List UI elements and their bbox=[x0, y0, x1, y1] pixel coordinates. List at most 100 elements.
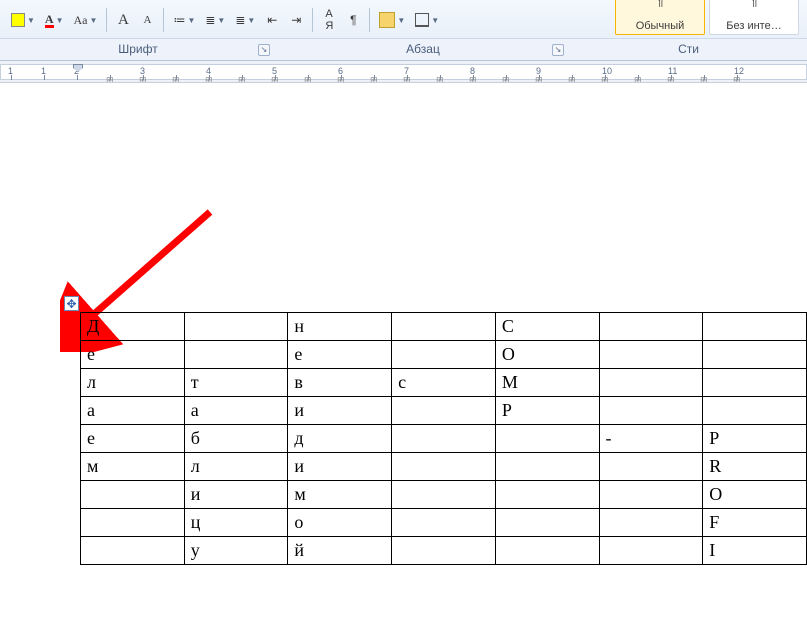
change-case-button[interactable]: Aa ▼ bbox=[70, 8, 102, 32]
table-cell[interactable] bbox=[495, 453, 599, 481]
decrease-indent-button[interactable]: ⇤ bbox=[261, 8, 283, 32]
table-cell[interactable]: а bbox=[184, 397, 288, 425]
table-cell[interactable] bbox=[392, 397, 496, 425]
sort-button[interactable]: AЯ bbox=[318, 8, 340, 32]
table-cell[interactable]: у bbox=[184, 537, 288, 565]
chevron-down-icon: ▼ bbox=[56, 16, 64, 25]
separator bbox=[106, 8, 107, 32]
table-cell[interactable] bbox=[392, 537, 496, 565]
table-cell[interactable] bbox=[495, 537, 599, 565]
table-row: Дн С bbox=[81, 313, 807, 341]
table-cell[interactable] bbox=[81, 481, 185, 509]
bullets-button[interactable]: ≔▼ bbox=[169, 8, 199, 32]
chevron-down-icon: ▼ bbox=[217, 16, 225, 25]
table-cell[interactable]: и bbox=[184, 481, 288, 509]
table-cell[interactable] bbox=[392, 425, 496, 453]
table-cell[interactable] bbox=[703, 397, 807, 425]
paragraph-dialog-launcher[interactable]: ↘ bbox=[552, 44, 564, 56]
table-cell[interactable] bbox=[392, 509, 496, 537]
table-cell[interactable]: м bbox=[81, 453, 185, 481]
table-cell[interactable]: М bbox=[495, 369, 599, 397]
table-cell[interactable]: д bbox=[288, 425, 392, 453]
numbering-button[interactable]: ≣▼ bbox=[201, 8, 229, 32]
borders-button[interactable]: ▼ bbox=[411, 8, 443, 32]
table-cell[interactable]: б bbox=[184, 425, 288, 453]
table-cell[interactable]: о bbox=[288, 509, 392, 537]
styles-gallery: ¶ Обычный ¶ Без инте… bbox=[615, 5, 801, 35]
table-cell[interactable] bbox=[599, 369, 703, 397]
table-cell[interactable] bbox=[495, 509, 599, 537]
show-paragraph-marks-button[interactable]: ¶ bbox=[342, 8, 364, 32]
table-cell[interactable] bbox=[599, 509, 703, 537]
table-cell[interactable]: е bbox=[81, 341, 185, 369]
table-cell[interactable] bbox=[81, 509, 185, 537]
table-cell[interactable] bbox=[81, 537, 185, 565]
table-cell[interactable] bbox=[495, 425, 599, 453]
table-cell[interactable]: P bbox=[703, 425, 807, 453]
font-color-icon: A bbox=[45, 13, 54, 28]
table-cell[interactable] bbox=[599, 537, 703, 565]
table-cell[interactable]: а bbox=[81, 397, 185, 425]
table-cell[interactable] bbox=[184, 341, 288, 369]
highlight-color-button[interactable]: ▼ bbox=[7, 8, 39, 32]
style-normal[interactable]: ¶ Обычный bbox=[615, 0, 705, 35]
table-cell[interactable]: F bbox=[703, 509, 807, 537]
document-page[interactable]: ✥ ДнСееОлтвсМааиРебд-PмлиRимOцоFуйI bbox=[0, 112, 807, 625]
table-cell[interactable] bbox=[599, 453, 703, 481]
sort-icon: AЯ bbox=[325, 8, 333, 32]
table-move-handle[interactable]: ✥ bbox=[64, 296, 79, 311]
shrink-font-button[interactable]: A bbox=[136, 8, 158, 32]
table-cell[interactable]: н bbox=[288, 313, 392, 341]
table-cell[interactable]: л bbox=[184, 453, 288, 481]
multilevel-list-button[interactable]: ≣▼ bbox=[231, 8, 259, 32]
table-cell[interactable]: О bbox=[495, 341, 599, 369]
chevron-down-icon: ▼ bbox=[27, 16, 35, 25]
table-cell[interactable]: т bbox=[184, 369, 288, 397]
table-cell[interactable]: ц bbox=[184, 509, 288, 537]
table-cell[interactable] bbox=[703, 341, 807, 369]
table-cell[interactable] bbox=[392, 481, 496, 509]
table-cell[interactable]: в bbox=[288, 369, 392, 397]
table-cell[interactable]: Р bbox=[495, 397, 599, 425]
table-cell[interactable]: с bbox=[392, 369, 496, 397]
table-cell[interactable]: и bbox=[288, 453, 392, 481]
table-cell[interactable] bbox=[184, 313, 288, 341]
table-cell[interactable] bbox=[392, 313, 496, 341]
table-row: лтвсМ bbox=[81, 369, 807, 397]
shading-button[interactable]: ▼ bbox=[375, 8, 409, 32]
document-table[interactable]: ДнСееОлтвсМааиРебд-PмлиRимOцоFуйI bbox=[80, 312, 807, 565]
table-cell[interactable] bbox=[703, 369, 807, 397]
separator bbox=[163, 8, 164, 32]
style-no-spacing[interactable]: ¶ Без инте… bbox=[709, 0, 799, 35]
ruler-column-marker: ⊞ bbox=[337, 75, 345, 81]
font-dialog-launcher[interactable]: ↘ bbox=[258, 44, 270, 56]
table-cell[interactable] bbox=[599, 481, 703, 509]
table-cell[interactable]: е bbox=[288, 341, 392, 369]
table-row: им O bbox=[81, 481, 807, 509]
table-cell[interactable] bbox=[599, 397, 703, 425]
pilcrow-icon: ¶ bbox=[350, 13, 356, 27]
table-cell[interactable] bbox=[495, 481, 599, 509]
table-cell[interactable]: й bbox=[288, 537, 392, 565]
table-cell[interactable]: С bbox=[495, 313, 599, 341]
table-cell[interactable] bbox=[703, 313, 807, 341]
group-font-label: Шрифт ↘ bbox=[0, 39, 276, 60]
table-cell[interactable]: е bbox=[81, 425, 185, 453]
table-cell[interactable]: R bbox=[703, 453, 807, 481]
table-cell[interactable]: Д bbox=[81, 313, 185, 341]
grow-font-button[interactable]: A bbox=[112, 8, 134, 32]
table-cell[interactable]: O bbox=[703, 481, 807, 509]
group-paragraph-label: Абзац ↘ bbox=[276, 39, 570, 60]
table-cell[interactable]: и bbox=[288, 397, 392, 425]
table-cell[interactable]: л bbox=[81, 369, 185, 397]
table-cell[interactable] bbox=[599, 341, 703, 369]
table-cell[interactable]: I bbox=[703, 537, 807, 565]
table-cell[interactable] bbox=[392, 453, 496, 481]
table-cell[interactable]: - bbox=[599, 425, 703, 453]
table-cell[interactable] bbox=[392, 341, 496, 369]
table-cell[interactable]: м bbox=[288, 481, 392, 509]
increase-indent-button[interactable]: ⇥ bbox=[285, 8, 307, 32]
horizontal-ruler[interactable]: 112⊞3⊞⊞4⊞⊞5⊞⊞6⊞⊞7⊞⊞8⊞⊞9⊞⊞10⊞⊞11⊞⊞12⊞ bbox=[0, 61, 807, 83]
table-cell[interactable] bbox=[599, 313, 703, 341]
font-color-button[interactable]: A ▼ bbox=[41, 8, 68, 32]
